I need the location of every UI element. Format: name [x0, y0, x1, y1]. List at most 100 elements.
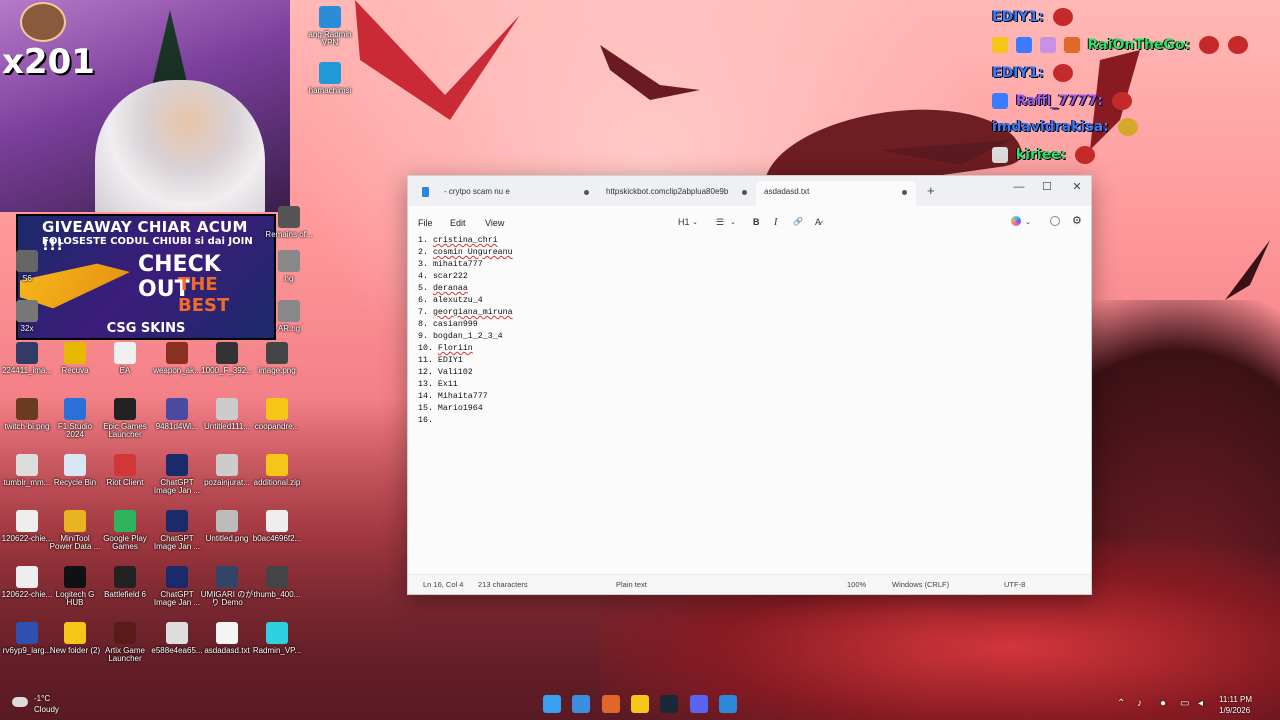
text-format[interactable]: Plain text: [616, 580, 647, 589]
encoding[interactable]: UTF-8: [1004, 580, 1025, 589]
minimize-button[interactable]: —: [1007, 179, 1031, 195]
desktop-icon[interactable]: Untitled.png: [200, 510, 254, 543]
list-dropdown[interactable]: ☰: [716, 217, 724, 228]
network-icon[interactable]: ▭: [1180, 698, 1189, 709]
desktop-icon[interactable]: 32x: [0, 300, 54, 333]
notepad-window[interactable]: - crytpo scam nu e httpskickbot.comclip2…: [407, 175, 1092, 595]
desktop-icon[interactable]: ng: [262, 250, 316, 283]
settings-gear-icon[interactable]: ⚙: [1072, 214, 1082, 227]
desktop-icon-label: asdadasd.txt: [204, 646, 250, 655]
chat-message: EDIY1:: [992, 64, 1073, 82]
desktop-icon[interactable]: MiniTool Power Data ...: [48, 510, 102, 552]
italic-button[interactable]: I: [774, 217, 777, 228]
volume-icon[interactable]: ♪: [1137, 698, 1142, 709]
bold-button[interactable]: B: [753, 217, 760, 227]
zoom-level[interactable]: 100%: [847, 580, 866, 589]
clear-format-button[interactable]: A̷: [815, 217, 821, 227]
status-bar: Ln 16, Col 4 213 characters Plain text 1…: [408, 574, 1091, 594]
taskbar-file-explorer-icon[interactable]: [631, 695, 649, 713]
desktop-icon[interactable]: Epic Games Launcher: [98, 398, 152, 440]
desktop-icon[interactable]: Riot Client: [98, 454, 152, 487]
tab-asdadasd[interactable]: asdadasd.txt: [756, 181, 916, 206]
desktop-icon[interactable]: Google Play Games: [98, 510, 152, 552]
desktop-icon[interactable]: tumblr_mm...: [0, 454, 54, 487]
desktop-icon[interactable]: F1 Studio 2024: [48, 398, 102, 440]
weather-temp[interactable]: -1°C: [34, 694, 50, 703]
desktop-icon[interactable]: additional.zip: [250, 454, 304, 487]
app-icon: [278, 300, 300, 322]
line-ending[interactable]: Windows (CRLF): [892, 580, 949, 589]
desktop-icon[interactable]: hamachimsi: [303, 62, 357, 95]
desktop-icon[interactable]: 120622-chie...: [0, 566, 54, 599]
chevron-up-icon[interactable]: ⌃: [1117, 698, 1125, 709]
menu-edit[interactable]: Edit: [450, 218, 466, 228]
editor-line: 14. Mihaita777: [418, 392, 488, 401]
desktop-icon[interactable]: 9481d4Wi...: [150, 398, 204, 431]
app-icon: [266, 454, 288, 476]
ghost-badge-icon: [992, 93, 1008, 109]
line-number: 13.: [418, 380, 433, 389]
text-editor[interactable]: 1. cristina_chri 2. cosmin Ungureanu 3. mi…: [418, 236, 1078, 571]
desktop-icon[interactable]: ChatGPT Image Jan ...: [150, 454, 204, 496]
desktop-icon[interactable]: 120622-chie...: [0, 510, 54, 543]
desktop-icon[interactable]: Logitech G HUB: [48, 566, 102, 608]
streamer-person: [95, 80, 265, 212]
weather-desc[interactable]: Cloudy: [34, 705, 59, 714]
desktop-icon[interactable]: weapon_ak...: [150, 342, 204, 375]
desktop-icon[interactable]: ChatGPT Image Jan ...: [150, 566, 204, 608]
desktop-icon[interactable]: pozainjurat...: [200, 454, 254, 487]
desktop-icon[interactable]: ChatGPT Image Jan ...: [150, 510, 204, 552]
desktop-icon[interactable]: Remains of...: [262, 206, 316, 239]
taskbar-steam-icon[interactable]: [660, 695, 678, 713]
menu-file[interactable]: File: [418, 218, 433, 228]
taskbar-explorer-window-icon[interactable]: [572, 695, 590, 713]
desktop-icon[interactable]: coopandre...: [250, 398, 304, 431]
desktop-icon-label: AR.ng: [277, 324, 301, 333]
desktop-icon[interactable]: Recuva: [48, 342, 102, 375]
desktop-icon[interactable]: thumb_400...: [250, 566, 304, 599]
desktop-icon[interactable]: 224411_ima...: [0, 342, 54, 375]
tab-kickbot[interactable]: httpskickbot.comclip2abplua80e9b: [598, 181, 752, 206]
maximize-button[interactable]: ☐: [1035, 179, 1059, 195]
desktop-icon[interactable]: 1000_F_392...: [200, 342, 254, 375]
desktop-icon[interactable]: Recycle Bin: [48, 454, 102, 487]
desktop-icon[interactable]: S6: [0, 250, 54, 283]
desktop-icon[interactable]: rv6yp9_larg...: [0, 622, 54, 655]
add-tab-button[interactable]: +: [927, 183, 935, 199]
desktop-icon[interactable]: Untitled111...: [200, 398, 254, 431]
taskbar-notepad-icon[interactable]: [719, 695, 737, 713]
clock-time[interactable]: 11:11 PM: [1219, 695, 1252, 704]
taskbar-discord-icon[interactable]: [690, 695, 708, 713]
editor-line: 9. bogdan_1_2_3_4: [418, 332, 503, 341]
menu-view[interactable]: View: [485, 218, 504, 228]
desktop-icon[interactable]: Battlefield 6: [98, 566, 152, 599]
desktop-icon[interactable]: UMIGARI のがり Demo: [200, 566, 254, 608]
account-icon[interactable]: [1050, 216, 1060, 226]
desktop-icon[interactable]: asdadasd.txt: [200, 622, 254, 655]
desktop-icon[interactable]: Radmin_VP...: [250, 622, 304, 655]
desktop-icon[interactable]: AR.ng: [262, 300, 316, 333]
desktop-icon[interactable]: twitch-bi.png: [0, 398, 54, 431]
desktop-icon[interactable]: EA: [98, 342, 152, 375]
link-button[interactable]: 🔗: [793, 217, 803, 226]
desktop-icon[interactable]: New folder (2): [48, 622, 102, 655]
mic-icon[interactable]: ●: [1160, 698, 1166, 709]
taskbar-start-icon[interactable]: [543, 695, 561, 713]
taskbar-browser-icon[interactable]: [602, 695, 620, 713]
close-button[interactable]: ✕: [1065, 179, 1089, 195]
desktop-icon[interactable]: ang Radmin VPN: [303, 6, 357, 48]
line-number: 11.: [418, 356, 433, 365]
desktop-icon[interactable]: e588e4ea65...: [150, 622, 204, 655]
tab-crypto[interactable]: - crytpo scam nu e: [414, 181, 600, 206]
heading-dropdown[interactable]: H1: [678, 217, 690, 227]
clock-date[interactable]: 1/9/2026: [1219, 706, 1250, 715]
desktop-icon[interactable]: b0ac4696f2...: [250, 510, 304, 543]
cloud-icon[interactable]: [12, 697, 28, 707]
copilot-icon[interactable]: [1011, 216, 1021, 226]
app-icon: [166, 622, 188, 644]
line-text: mihaita777: [432, 260, 483, 269]
desktop-icon[interactable]: image.png: [250, 342, 304, 375]
speaker-icon[interactable]: ◂: [1198, 698, 1203, 709]
line-text: Ex11: [437, 380, 458, 389]
desktop-icon[interactable]: Artix Game Launcher: [98, 622, 152, 664]
